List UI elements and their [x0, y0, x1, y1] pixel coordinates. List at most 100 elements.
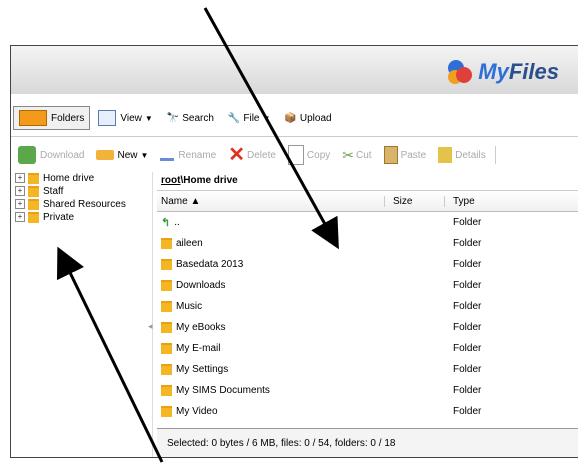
- expand-icon[interactable]: +: [15, 199, 25, 209]
- folder-icon: [161, 280, 172, 291]
- folder-icon: [161, 322, 172, 333]
- delete-icon: ✕: [228, 144, 245, 166]
- column-header-size[interactable]: Size: [385, 195, 445, 207]
- row-type: Folder: [453, 385, 482, 396]
- folder-icon: [28, 211, 39, 223]
- file-button[interactable]: 🔧 File ▼: [222, 109, 277, 128]
- upload-label: Upload: [299, 112, 332, 124]
- row-name: Basedata 2013: [176, 259, 244, 270]
- rename-icon: [160, 150, 175, 161]
- row-name: My SIMS Documents: [176, 385, 270, 396]
- delete-button[interactable]: ✕ Delete: [223, 143, 281, 167]
- column-header-name[interactable]: Name ▲: [157, 195, 385, 207]
- chevron-down-icon: ▼: [140, 150, 149, 160]
- table-row[interactable]: ↰.. Folder: [157, 212, 578, 233]
- action-toolbar: Download New ▼ Rename ✕ Delete Copy ✂ Cu…: [11, 142, 578, 168]
- table-row[interactable]: Music Folder: [157, 296, 578, 317]
- cut-button[interactable]: ✂ Cut: [337, 144, 376, 167]
- row-type: Folder: [453, 280, 482, 291]
- folder-icon: [161, 406, 172, 417]
- tree-item-label: Private: [43, 211, 75, 223]
- logo-text-prefix: My: [478, 59, 509, 84]
- row-type: Folder: [453, 217, 482, 228]
- paste-icon: [383, 146, 398, 164]
- table-row[interactable]: My SIMS Documents Folder: [157, 380, 578, 401]
- breadcrumb: root\Home drive: [157, 172, 578, 191]
- folder-icon: [161, 343, 172, 354]
- view-button[interactable]: View ▼: [92, 106, 158, 130]
- table-row[interactable]: My eBooks Folder: [157, 317, 578, 338]
- tree-item-home-drive[interactable]: + Home drive: [11, 172, 151, 184]
- tree-item-shared-resources[interactable]: + Shared Resources: [11, 198, 151, 210]
- new-icon: [96, 150, 115, 160]
- breadcrumb-current: Home drive: [183, 175, 238, 186]
- copy-label: Copy: [306, 149, 331, 161]
- table-row[interactable]: Basedata 2013 Folder: [157, 254, 578, 275]
- folder-icon: [28, 198, 39, 210]
- myfiles-logo-icon: [446, 58, 474, 86]
- paste-label: Paste: [400, 149, 427, 161]
- row-name: Music: [176, 301, 203, 312]
- folders-button[interactable]: Folders: [13, 106, 91, 130]
- details-label: Details: [455, 149, 486, 161]
- row-type: Folder: [453, 364, 482, 375]
- download-icon: [18, 146, 36, 164]
- table-row[interactable]: aileen Folder: [157, 233, 578, 254]
- row-name: My E-mail: [176, 343, 221, 354]
- paste-button[interactable]: Paste: [379, 143, 432, 167]
- upload-icon: 📦: [284, 112, 297, 124]
- table-row[interactable]: My E-mail Folder: [157, 338, 578, 359]
- row-type: Folder: [453, 322, 482, 333]
- folder-tree: + Home drive + Staff + Shared Resources …: [11, 172, 151, 457]
- cut-icon: ✂: [342, 146, 354, 163]
- tree-item-label: Staff: [43, 185, 64, 197]
- table-row[interactable]: My Video Folder: [157, 401, 578, 422]
- tree-item-private[interactable]: + Private: [11, 211, 151, 223]
- chevron-down-icon: ▼: [262, 113, 271, 123]
- view-label: View: [120, 112, 142, 124]
- upload-button[interactable]: 📦 Upload: [278, 109, 337, 128]
- logo-text-suffix: Files: [508, 59, 559, 84]
- copy-button[interactable]: Copy: [283, 142, 335, 168]
- details-button[interactable]: Details: [433, 144, 491, 166]
- download-label: Download: [40, 149, 85, 161]
- table-row[interactable]: My Settings Folder: [157, 359, 578, 380]
- expand-icon[interactable]: +: [15, 212, 25, 222]
- row-type: Folder: [453, 301, 482, 312]
- row-name: My Settings: [176, 364, 229, 375]
- column-header-row: Name ▲ Size Type: [157, 191, 578, 212]
- view-icon: [98, 110, 117, 126]
- table-row[interactable]: Downloads Folder: [157, 275, 578, 296]
- delete-label: Delete: [247, 149, 276, 161]
- search-button[interactable]: 🔭 Search: [161, 109, 220, 128]
- search-label: Search: [182, 112, 214, 124]
- folder-icon: [161, 259, 172, 270]
- breadcrumb-root-link[interactable]: root: [161, 175, 180, 186]
- row-name: aileen: [176, 238, 203, 249]
- copy-icon: [287, 145, 304, 165]
- chevron-down-icon: ▼: [144, 113, 153, 123]
- rename-button[interactable]: Rename: [155, 147, 221, 164]
- rename-label: Rename: [178, 149, 217, 161]
- column-header-type[interactable]: Type: [445, 196, 475, 207]
- toolbar-divider: [11, 136, 578, 137]
- folders-icon: [19, 110, 47, 126]
- folders-label: Folders: [51, 112, 85, 124]
- parent-folder-icon: ↰: [161, 217, 171, 229]
- cut-label: Cut: [356, 149, 372, 161]
- collapse-arrow-icon[interactable]: ◂: [148, 321, 153, 332]
- row-type: Folder: [453, 238, 482, 249]
- file-list: ↰.. Folder aileen Folder Basedata 2013 F…: [157, 212, 578, 422]
- download-button[interactable]: Download: [13, 143, 89, 167]
- row-name: ..: [174, 217, 180, 228]
- folder-icon: [161, 238, 172, 249]
- expand-icon[interactable]: +: [15, 173, 25, 183]
- tree-item-staff[interactable]: + Staff: [11, 185, 151, 197]
- details-icon: [438, 147, 453, 163]
- file-label: File: [243, 112, 260, 124]
- expand-icon[interactable]: +: [15, 186, 25, 196]
- folder-icon: [161, 301, 172, 312]
- new-button[interactable]: New ▼: [91, 147, 153, 164]
- folder-icon: [161, 385, 172, 396]
- myfiles-logo: MyFiles: [446, 58, 559, 86]
